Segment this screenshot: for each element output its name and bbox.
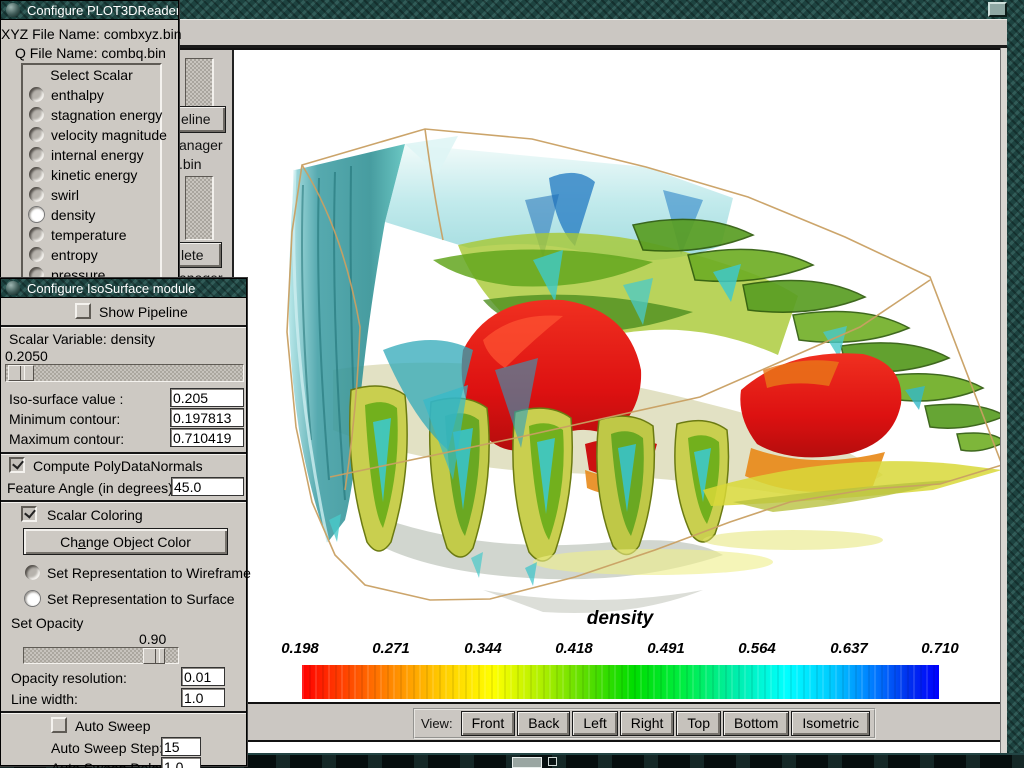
radio-temperature[interactable] [29,227,44,242]
radio-enthalpy[interactable] [29,87,44,102]
manager-text-partial: anager [179,137,223,153]
isosurface-dialog-titlebar[interactable]: Configure IsoSurface module [1,279,246,298]
max-contour-label: Maximum contour: [9,431,124,447]
isosurface-rendering[interactable] [233,50,1003,700]
auto-sweep-checkbox[interactable] [51,717,67,733]
isosurface-dialog: Configure IsoSurface module Show Pipelin… [0,278,247,766]
radio-repr-wireframe[interactable] [25,565,40,580]
taskbar-pager-icon[interactable] [548,757,557,766]
compute-normals-label[interactable]: Compute PolyDataNormals [33,458,203,474]
view-right-button[interactable]: Right [620,711,675,736]
show-pipeline-label[interactable]: Show Pipeline [99,304,188,320]
change-object-color-button[interactable]: Change Object Color [23,528,228,555]
scalar-variable-label: Scalar Variable: density [9,331,155,347]
show-pipeline-checkbox[interactable] [75,303,91,319]
line-width-label: Line width: [11,691,78,707]
auto-sweep-step-field[interactable] [161,737,201,756]
scalar-option-label[interactable]: density [51,207,95,223]
scalar-slider-value: 0.2050 [5,348,48,364]
scalar-option-label[interactable]: velocity magnitude [51,127,167,143]
window-icon[interactable] [6,3,20,17]
plot3d-reader-dialog: Configure PLOT3DReader modul XYZ File Na… [0,0,179,296]
view-button-group: View: Front Back Left Right Top Bottom I… [413,708,876,739]
radio-swirl[interactable] [29,187,44,202]
scalar-coloring-checkbox[interactable] [21,506,37,522]
radio-repr-surface[interactable] [25,591,40,606]
view-bottom-button[interactable]: Bottom [723,711,789,736]
scalar-option-label[interactable]: entropy [51,247,98,263]
auto-sweep-label[interactable]: Auto Sweep [75,718,151,734]
iso-value-label: Iso-surface value : [9,391,123,407]
taskbar-item[interactable] [512,757,542,768]
legend-tick: 0.564 [726,640,788,657]
radio-velocity-magnitude[interactable] [29,127,44,142]
radio-kinetic-energy[interactable] [29,167,44,182]
select-scalar-label: Select Scalar [21,67,162,83]
delete-button-partial[interactable]: lete [176,242,222,268]
panel-slider-bottom[interactable] [185,176,214,240]
scalar-option-label[interactable]: stagnation energy [51,107,162,123]
scalar-option-label[interactable]: kinetic energy [51,167,137,183]
scalar-option-label[interactable]: temperature [51,227,126,243]
set-opacity-label: Set Opacity [11,615,83,631]
opacity-resolution-field[interactable] [181,667,225,686]
scalar-coloring-label[interactable]: Scalar Coloring [47,507,143,523]
radio-internal-energy[interactable] [29,147,44,162]
feature-angle-label: Feature Angle (in degrees): [7,480,177,496]
opacity-slider-value: 0.90 [139,631,166,647]
canvas-right-bevel [1000,48,1007,753]
compute-normals-checkbox[interactable] [9,457,25,473]
repr-surface-label[interactable]: Set Representation to Surface [47,591,235,607]
auto-sweep-delay-field[interactable] [161,757,201,768]
opacity-slider-handle[interactable] [143,648,165,664]
desktop: { "main_window": { "legend": { "title": … [0,0,1024,768]
legend-tick: 0.344 [452,640,514,657]
max-contour-field[interactable] [170,428,244,447]
window-right-frame [1007,0,1024,753]
feature-angle-field[interactable] [171,477,244,496]
maximize-corner-icon[interactable] [988,2,1007,17]
xyz-file-label: XYZ File Name: combxyz.bin [1,26,180,42]
plot3d-dialog-title: Configure PLOT3DReader modul [27,3,178,18]
legend-tick: 0.637 [818,640,880,657]
radio-stagnation-energy[interactable] [29,107,44,122]
legend-tick: 0.418 [543,640,605,657]
repr-wireframe-label[interactable]: Set Representation to Wireframe [47,565,251,581]
legend-tick: 0.710 [909,640,971,657]
isosurface-dialog-title: Configure IsoSurface module [27,281,195,296]
legend-title: density [520,608,720,630]
iso-value-slider-handle[interactable] [8,365,34,381]
auto-sweep-delay-label: Auto Sweep Delay: [51,760,170,768]
view-front-button[interactable]: Front [461,711,516,736]
iso-value-field[interactable] [170,388,244,407]
radio-entropy[interactable] [29,247,44,262]
bin-text-partial: .bin [179,156,202,172]
view-isometric-button[interactable]: Isometric [791,711,870,736]
scalar-option-label[interactable]: enthalpy [51,87,104,103]
view-label: View: [419,716,459,731]
legend-tick: 0.491 [635,640,697,657]
view-back-button[interactable]: Back [517,711,570,736]
opacity-resolution-label: Opacity resolution: [11,670,127,686]
view-left-button[interactable]: Left [572,711,617,736]
legend-tick: 0.198 [269,640,331,657]
view-button-strip: View: Front Back Left Right Top Bottom I… [233,702,1002,742]
opacity-slider[interactable] [23,647,179,664]
min-contour-field[interactable] [170,408,244,427]
view-top-button[interactable]: Top [676,711,721,736]
plot3d-dialog-titlebar[interactable]: Configure PLOT3DReader modul [1,1,178,20]
line-width-field[interactable] [181,688,225,707]
pipeline-button-partial[interactable]: eline [176,106,226,133]
legend-colorbar [302,665,939,699]
auto-sweep-step-label: Auto Sweep Step: [51,740,163,756]
scalar-option-label[interactable]: internal energy [51,147,144,163]
legend-tick: 0.271 [360,640,422,657]
window-icon[interactable] [6,281,20,295]
min-contour-label: Minimum contour: [9,411,120,427]
scalar-option-label[interactable]: swirl [51,187,79,203]
radio-density[interactable] [29,207,44,222]
q-file-label: Q File Name: combq.bin [1,45,180,61]
iso-value-slider[interactable] [5,364,244,382]
